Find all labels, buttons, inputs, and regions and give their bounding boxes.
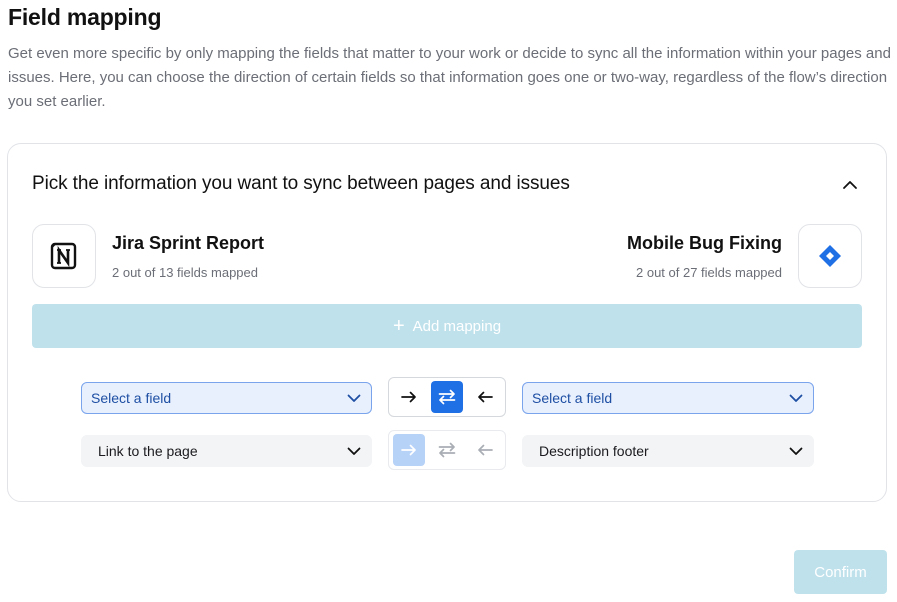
chevron-down-icon bbox=[347, 394, 361, 402]
notion-logo bbox=[32, 224, 96, 288]
source-field-value: Select a field bbox=[91, 390, 172, 406]
direction-two-way-button[interactable] bbox=[431, 381, 463, 413]
source-field-value-2: Link to the page bbox=[98, 443, 198, 459]
direction-left-to-right-button-2[interactable] bbox=[393, 434, 425, 466]
source-fields-mapped: 2 out of 13 fields mapped bbox=[112, 265, 258, 280]
notion-logo-icon bbox=[50, 242, 77, 270]
direction-two-way-button-2[interactable] bbox=[431, 434, 463, 466]
chevron-up-icon bbox=[843, 181, 857, 189]
confirm-button[interactable]: Confirm bbox=[794, 550, 887, 594]
jira-logo bbox=[798, 224, 862, 288]
destination-fields-mapped: 2 out of 27 fields mapped bbox=[636, 265, 782, 280]
destination-name: Mobile Bug Fixing bbox=[627, 233, 782, 253]
collapse-button[interactable] bbox=[834, 170, 866, 200]
direction-left-to-right-button[interactable] bbox=[393, 381, 425, 413]
two-way-arrows-icon bbox=[438, 389, 456, 405]
two-way-arrows-icon bbox=[438, 442, 456, 458]
direction-right-to-left-button[interactable] bbox=[469, 381, 501, 413]
destination-field-value: Select a field bbox=[532, 390, 613, 406]
destination-field-select-2[interactable]: Description footer bbox=[522, 435, 814, 467]
source-name: Jira Sprint Report bbox=[112, 233, 265, 253]
direction-toggle bbox=[388, 377, 506, 417]
chevron-down-icon bbox=[347, 447, 361, 455]
direction-toggle-2 bbox=[388, 430, 506, 470]
plus-icon: + bbox=[392, 315, 405, 337]
add-mapping-label: Add mapping bbox=[412, 317, 502, 335]
source-field-select-2[interactable]: Link to the page bbox=[81, 435, 372, 467]
add-mapping-button[interactable]: + Add mapping bbox=[32, 304, 862, 348]
source-field-select[interactable]: Select a field bbox=[81, 382, 372, 414]
field-mapping-card: Pick the information you want to sync be… bbox=[7, 143, 887, 502]
destination-field-value-2: Description footer bbox=[539, 443, 649, 459]
chevron-down-icon bbox=[789, 394, 803, 402]
destination-field-select[interactable]: Select a field bbox=[522, 382, 814, 414]
arrow-left-icon bbox=[478, 444, 493, 456]
arrow-right-icon bbox=[401, 444, 416, 456]
arrow-right-icon bbox=[401, 391, 416, 403]
card-heading: Pick the information you want to sync be… bbox=[32, 173, 570, 194]
page-description: Get even more specific by only mapping t… bbox=[8, 45, 891, 110]
arrow-left-icon bbox=[478, 391, 493, 403]
page-title: Field mapping bbox=[8, 4, 162, 30]
jira-logo-icon bbox=[819, 245, 841, 267]
direction-right-to-left-button-2[interactable] bbox=[469, 434, 501, 466]
chevron-down-icon bbox=[789, 447, 803, 455]
